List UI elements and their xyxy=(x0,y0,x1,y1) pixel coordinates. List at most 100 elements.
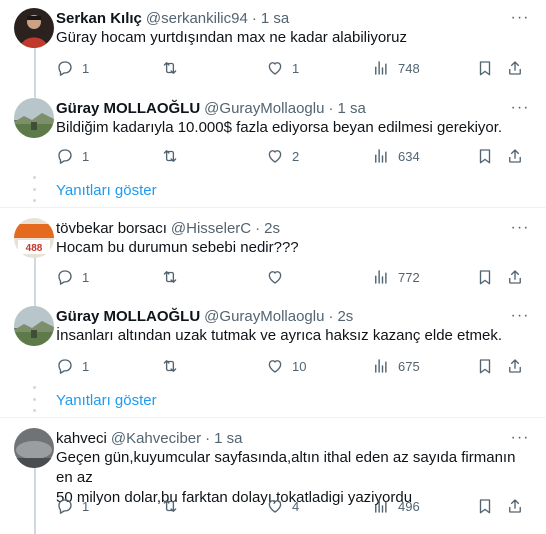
reply-count: 1 xyxy=(82,148,90,164)
author-handle[interactable]: @serkankilic94 xyxy=(146,10,248,27)
share-icon xyxy=(509,61,521,75)
tweet-text: Güray hocam yurtdışından max ne kadar al… xyxy=(56,29,408,46)
separator-dot: · xyxy=(251,9,257,27)
like-button[interactable] xyxy=(266,267,292,287)
separator-dot: · xyxy=(255,219,261,237)
reply-icon xyxy=(58,149,72,164)
share-button[interactable] xyxy=(506,267,524,287)
view-count: 675 xyxy=(398,358,420,374)
author-name[interactable]: tövbekar borsacı xyxy=(56,220,167,237)
reply-icon xyxy=(58,270,72,285)
share-button[interactable] xyxy=(506,146,524,166)
more-options-icon[interactable]: ··· xyxy=(510,306,530,326)
author-name[interactable]: kahveci xyxy=(56,430,107,447)
views-button[interactable]: 634 xyxy=(372,146,420,166)
timestamp[interactable]: 1 sa xyxy=(261,10,289,27)
more-options-icon[interactable]: ··· xyxy=(510,98,530,118)
reply-button[interactable]: 1 xyxy=(56,146,89,166)
avatar[interactable] xyxy=(14,98,54,138)
more-options-icon[interactable]: ··· xyxy=(510,8,530,28)
heart-icon xyxy=(268,360,282,373)
bookmark-button[interactable] xyxy=(476,58,494,78)
avatar[interactable] xyxy=(14,306,54,346)
view-count: 772 xyxy=(398,269,420,285)
tweet[interactable]: Güray MOLLAOĞLU @GurayMollaoglu · 2s ···… xyxy=(0,298,546,384)
heart-icon xyxy=(268,500,282,513)
views-chart-icon xyxy=(375,359,387,373)
like-button[interactable]: 2 xyxy=(266,146,299,166)
author-name[interactable]: Güray MOLLAOĞLU xyxy=(56,308,200,325)
timestamp[interactable]: 2s xyxy=(264,220,280,237)
like-button[interactable]: 4 xyxy=(266,496,299,516)
tweet[interactable]: Serkan Kılıç @serkankilic94 · 1 sa ··· G… xyxy=(0,0,546,98)
bookmark-icon xyxy=(479,270,491,285)
reply-button[interactable]: 1 xyxy=(56,267,89,287)
reply-button[interactable]: 1 xyxy=(56,58,89,78)
avatar[interactable] xyxy=(14,8,54,48)
more-options-icon[interactable]: ··· xyxy=(510,218,530,238)
author-handle[interactable]: @Kahveciber xyxy=(111,430,201,447)
bookmark-button[interactable] xyxy=(476,267,494,287)
bookmark-button[interactable] xyxy=(476,356,494,376)
bookmark-button[interactable] xyxy=(476,146,494,166)
retweet-button[interactable] xyxy=(161,267,187,287)
tweet-text: Bildiğim kadarıyla 10.000$ fazla ediyors… xyxy=(56,119,503,136)
retweet-button[interactable] xyxy=(161,146,187,166)
show-replies-link[interactable]: Yanıtları göster xyxy=(56,181,157,201)
views-button[interactable]: 772 xyxy=(372,267,420,287)
author-handle[interactable]: @HisselerC xyxy=(171,220,251,237)
views-button[interactable]: 675 xyxy=(372,356,420,376)
retweet-icon xyxy=(163,500,177,512)
separator-dot: · xyxy=(328,99,334,117)
share-button[interactable] xyxy=(506,58,524,78)
views-button[interactable]: 748 xyxy=(372,58,420,78)
view-count: 496 xyxy=(398,498,420,514)
retweet-icon xyxy=(163,62,177,74)
tweet[interactable]: Güray MOLLAOĞLU @GurayMollaoglu · 1 sa ·… xyxy=(0,96,546,178)
view-count: 634 xyxy=(398,148,420,164)
timestamp[interactable]: 1 sa xyxy=(337,100,365,117)
share-button[interactable] xyxy=(506,356,524,376)
tweet[interactable]: 488 tövbekar borsacı @HisselerC · 2s ···… xyxy=(0,208,546,308)
share-icon xyxy=(509,499,521,513)
profile-photo-landscape-icon xyxy=(14,306,54,346)
retweet-button[interactable] xyxy=(161,496,187,516)
like-button[interactable]: 10 xyxy=(266,356,306,376)
share-icon xyxy=(509,149,521,163)
views-chart-icon xyxy=(375,270,387,284)
more-options-icon[interactable]: ··· xyxy=(510,428,530,448)
heart-icon xyxy=(268,150,282,163)
author-handle[interactable]: @GurayMollaoglu xyxy=(204,308,324,325)
timestamp[interactable]: 1 sa xyxy=(214,430,242,447)
share-icon xyxy=(509,270,521,284)
timestamp[interactable]: 2s xyxy=(337,308,353,325)
reply-button[interactable]: 1 xyxy=(56,356,89,376)
retweet-button[interactable] xyxy=(161,356,187,376)
tweet[interactable]: kahveci @Kahveciber · 1 sa ··· Geçen gün… xyxy=(0,418,546,534)
share-button[interactable] xyxy=(506,496,524,516)
bookmark-button[interactable] xyxy=(476,496,494,516)
avatar[interactable] xyxy=(14,428,54,468)
views-button[interactable]: 496 xyxy=(372,496,420,516)
heart-icon xyxy=(268,62,282,75)
retweet-icon xyxy=(163,271,177,283)
author-name[interactable]: Serkan Kılıç xyxy=(56,10,142,27)
author-name[interactable]: Güray MOLLAOĞLU xyxy=(56,100,200,117)
like-count: 10 xyxy=(292,358,307,374)
profile-photo-landscape-icon xyxy=(14,98,54,138)
avatar-price-text: 488 xyxy=(26,243,43,254)
thread-line xyxy=(34,466,36,534)
avatar[interactable]: 488 xyxy=(14,218,54,258)
like-button[interactable]: 1 xyxy=(266,58,299,78)
heart-icon xyxy=(268,271,282,284)
profile-photo-price-sign-icon: 488 xyxy=(14,218,54,258)
bookmark-icon xyxy=(479,499,491,514)
separator-dot: · xyxy=(328,307,334,325)
show-replies-link[interactable]: Yanıtları göster xyxy=(56,391,157,411)
reply-button[interactable]: 1 xyxy=(56,496,89,516)
author-handle[interactable]: @GurayMollaoglu xyxy=(204,100,324,117)
retweet-button[interactable] xyxy=(161,58,187,78)
profile-photo-person-red-icon xyxy=(14,8,54,48)
thread-dots xyxy=(33,386,37,412)
reply-count: 1 xyxy=(82,498,90,514)
